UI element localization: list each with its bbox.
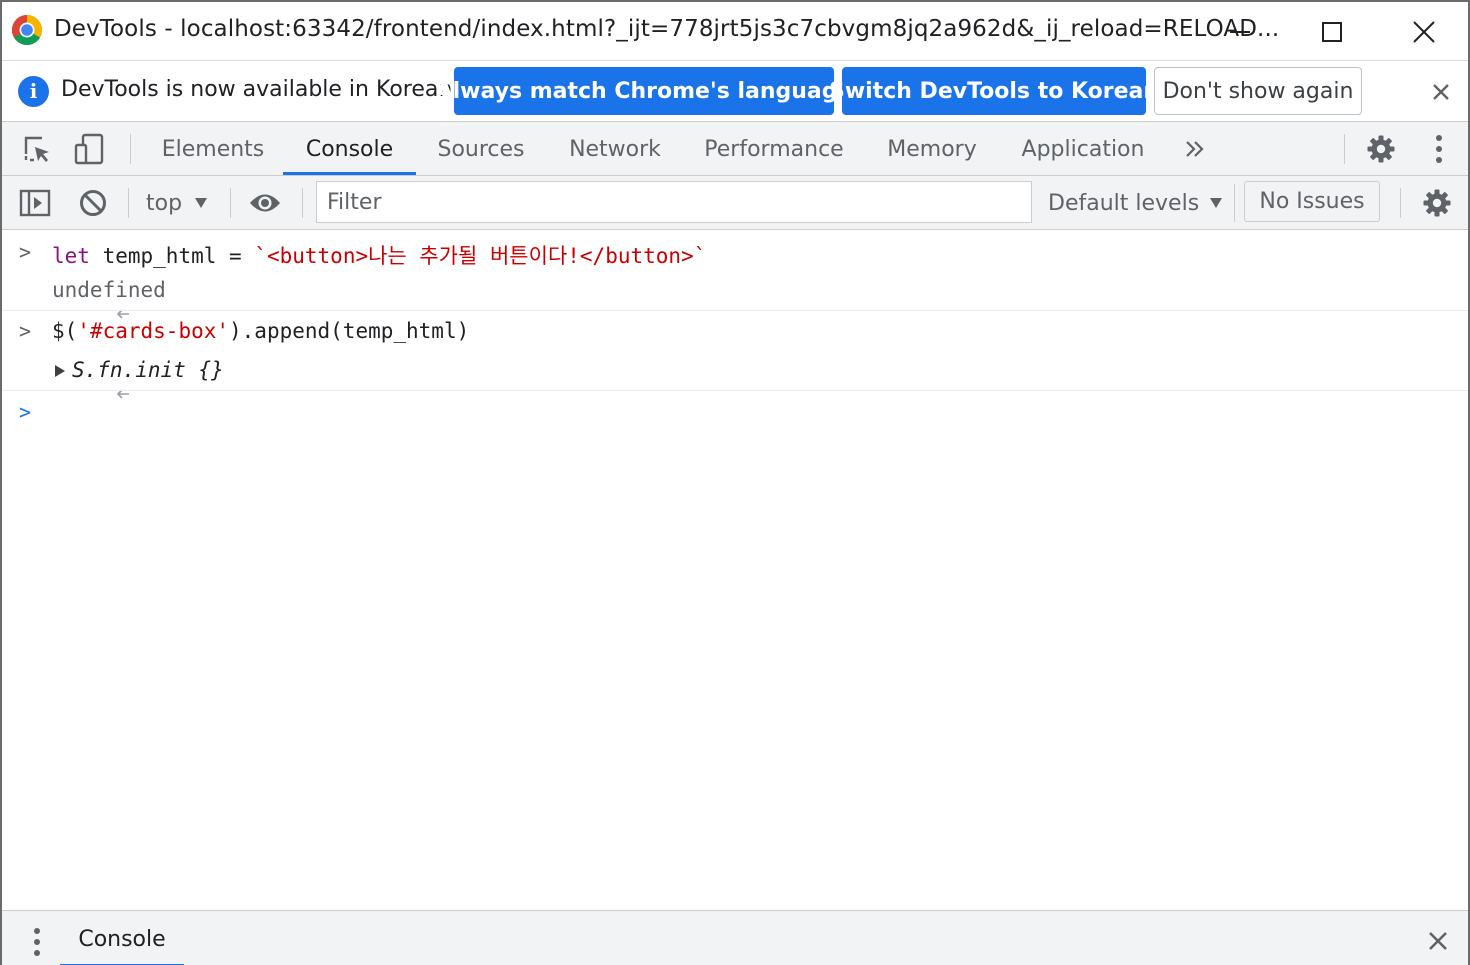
console-divider (2, 310, 1468, 311)
close-icon (1413, 21, 1435, 43)
gear-icon (1367, 135, 1395, 163)
window-title: DevTools - localhost:63342/frontend/inde… (54, 16, 1280, 42)
console-input-line: > let temp_html = `<button>나는 추가될 버튼이다!<… (2, 240, 1468, 270)
toolbar-divider (302, 188, 303, 218)
active-tab-indicator (283, 172, 416, 175)
input-prompt-icon: > (19, 319, 32, 343)
dropdown-triangle-icon (1210, 198, 1223, 208)
filter-input[interactable] (316, 181, 1032, 223)
minimize-button[interactable] (1210, 10, 1270, 54)
more-vert-icon (34, 928, 40, 956)
drawer-tab-console[interactable]: Console (60, 911, 184, 965)
toolbar-divider (1400, 188, 1401, 218)
tab-memory[interactable]: Memory (864, 122, 1000, 176)
log-levels-dropdown[interactable]: Default levels (1048, 184, 1223, 222)
switch-to-korean-button[interactable]: Switch DevTools to Korean (829, 67, 1159, 115)
minimize-icon (1230, 31, 1250, 33)
console-settings-button[interactable] (1420, 186, 1454, 220)
console-prompt-line[interactable]: > (2, 400, 1468, 430)
console-prompt-icon: > (19, 400, 32, 424)
show-sidebar-button[interactable] (18, 186, 52, 220)
settings-button[interactable] (1364, 132, 1398, 166)
gear-icon (1423, 189, 1451, 217)
toolbar-divider (1344, 134, 1345, 164)
close-window-button[interactable] (1394, 10, 1454, 54)
device-toggle-icon (74, 133, 104, 165)
console-output[interactable]: > let temp_html = `<button>나는 추가될 버튼이다!<… (2, 230, 1468, 910)
object-preview[interactable]: S.fn.init {} (54, 358, 224, 382)
chevron-double-right-icon (1186, 141, 1204, 157)
more-tabs-button[interactable] (1178, 132, 1212, 166)
language-infobar: i DevTools is now available in Korean! A… (2, 60, 1468, 122)
dont-show-again-button[interactable]: Don't show again (1154, 67, 1362, 115)
eye-icon (250, 194, 280, 212)
maximize-button[interactable] (1302, 10, 1362, 54)
toolbar-divider (1234, 184, 1235, 222)
devtools-window: DevTools - localhost:63342/frontend/inde… (0, 0, 1470, 965)
dropdown-triangle-icon (195, 198, 208, 208)
console-toolbar: top Default levels No Issues (2, 176, 1468, 230)
drawer-close-button[interactable] (1420, 923, 1456, 959)
console-input-line: > $('#cards-box').append(temp_html) (2, 319, 1468, 349)
tab-application[interactable]: Application (1000, 122, 1166, 176)
close-icon (1429, 932, 1447, 950)
object-summary: S.fn.init {} (72, 358, 224, 382)
chrome-logo-icon (11, 14, 43, 46)
infobar-message: DevTools is now available in Korean! (61, 77, 462, 102)
more-vert-icon (1436, 135, 1442, 163)
output-value: undefined (52, 278, 166, 302)
drawer-menu-button[interactable] (20, 925, 54, 959)
console-divider (2, 390, 1468, 391)
info-icon: i (18, 76, 49, 107)
context-label: top (146, 190, 183, 216)
code-text: ).append(temp_html) (229, 319, 470, 343)
javascript-context-select[interactable]: top (146, 184, 208, 222)
maximize-icon (1322, 22, 1342, 42)
toolbar-divider (230, 188, 231, 218)
console-output-line: S.fn.init {} (2, 358, 1468, 399)
console-drawer: Console (2, 910, 1468, 965)
inspect-element-icon (24, 136, 49, 162)
main-tabs-toolbar: Elements Console Sources Network Perform… (2, 122, 1468, 176)
code-string: '#cards-box' (77, 319, 230, 343)
toolbar-divider (128, 188, 129, 218)
expand-triangle-icon[interactable] (54, 364, 66, 378)
console-output-line: undefined (2, 278, 1468, 319)
customize-menu-button[interactable] (1422, 132, 1456, 166)
tab-network[interactable]: Network (546, 122, 684, 176)
device-toolbar-button[interactable] (72, 132, 106, 166)
always-match-language-button[interactable]: Always match Chrome's language (436, 67, 852, 115)
sidebar-toggle-icon (19, 189, 51, 217)
clear-block-icon (80, 190, 106, 216)
code-text: $( (52, 319, 78, 343)
live-expression-button[interactable] (248, 186, 282, 220)
tab-sources[interactable]: Sources (416, 122, 546, 176)
infobar-close-button[interactable] (1424, 75, 1458, 109)
title-bar: DevTools - localhost:63342/frontend/inde… (2, 2, 1468, 60)
tab-elements[interactable]: Elements (142, 122, 284, 176)
close-icon (1433, 84, 1449, 100)
tab-console[interactable]: Console (283, 122, 416, 176)
inspect-element-button[interactable] (20, 132, 54, 166)
code-keyword: let (52, 244, 90, 268)
toolbar-divider (130, 134, 131, 164)
code-string: `<button>나는 추가될 버튼이다!</button>` (254, 244, 707, 268)
code-text: temp_html = (89, 244, 255, 268)
tab-performance[interactable]: Performance (684, 122, 864, 176)
input-prompt-icon: > (19, 240, 32, 264)
issues-button[interactable]: No Issues (1244, 181, 1380, 222)
clear-console-button[interactable] (76, 186, 110, 220)
levels-label: Default levels (1048, 190, 1200, 216)
